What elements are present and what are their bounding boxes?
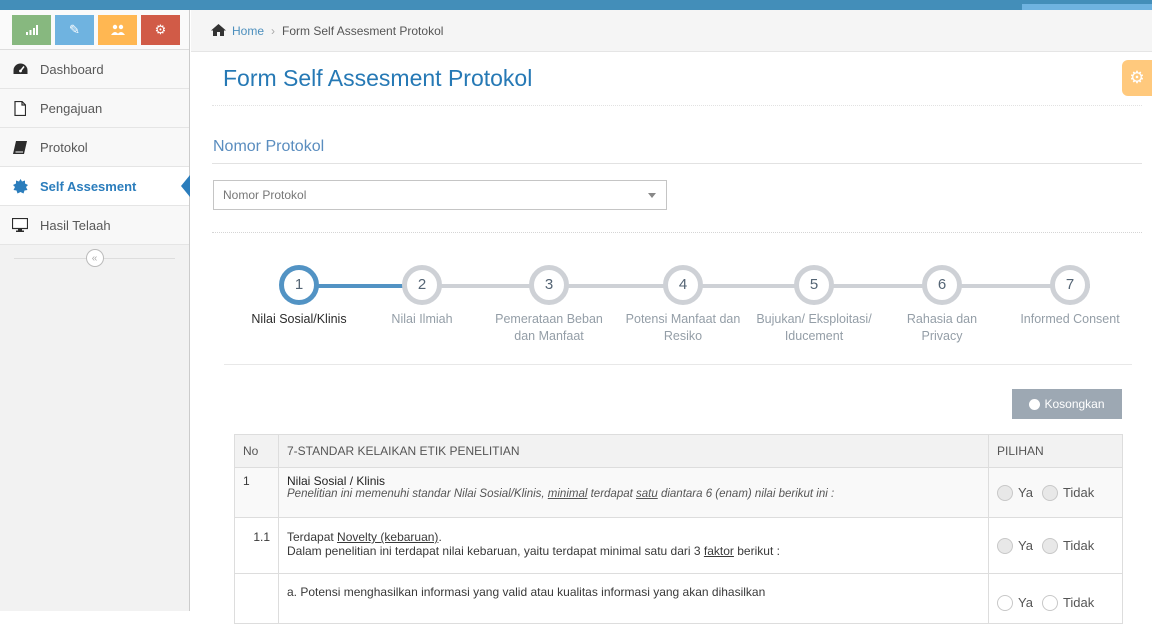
wizard-step-4[interactable]: 4 Potensi Manfaat dan Resiko <box>623 265 743 345</box>
row-description: Nilai Sosial / Klinis Penelitian ini mem… <box>278 467 989 518</box>
users-icon[interactable] <box>98 15 137 45</box>
radio-label: Tidak <box>1062 485 1095 500</box>
row-options: Ya Tidak <box>988 517 1123 574</box>
radio-label: Ya <box>1018 595 1033 610</box>
row-number <box>234 573 279 624</box>
radio-ya[interactable] <box>997 537 1013 554</box>
kosongkan-button[interactable]: Kosongkan <box>1012 389 1122 419</box>
divider <box>212 232 1142 233</box>
step-number: 1 <box>279 265 319 305</box>
step-label: Pemerataan Beban dan Manfaat <box>495 312 603 343</box>
row-title: Nilai Sosial / Klinis <box>287 474 386 488</box>
step-label: Bujukan/ Eksploitasi/ Iducement <box>756 312 872 343</box>
chevron-right-icon: › <box>271 23 276 38</box>
divider <box>212 163 1142 164</box>
row-description: Terdapat Novelty (kebaruan). Dalam penel… <box>278 517 989 574</box>
book-icon <box>12 139 28 155</box>
sidebar-collapse: « <box>0 245 189 271</box>
step-label: Nilai Ilmiah <box>391 312 453 326</box>
column-header-pilihan: PILIHAN <box>988 434 1123 468</box>
radio-label: Ya <box>1018 538 1033 553</box>
divider <box>224 364 1132 365</box>
step-label: Rahasia dan Privacy <box>906 312 978 343</box>
tachometer-icon <box>12 61 28 77</box>
double-angle-left-icon[interactable]: « <box>85 249 104 267</box>
breadcrumb-current: Form Self Assesment Protokol <box>282 23 444 38</box>
step-label: Potensi Manfaat dan Resiko <box>625 312 741 343</box>
row-subtitle: Penelitian ini memenuhi standar Nilai So… <box>287 488 835 500</box>
column-header-standar: 7-STANDAR KELAIKAN ETIK PENELITIAN <box>278 434 989 468</box>
radio-tidak[interactable] <box>1041 484 1058 501</box>
file-icon <box>12 100 28 116</box>
sidebar-shortcuts: ✎ ⚙ <box>0 10 189 50</box>
sidebar-item-hasil-telaah[interactable]: Hasil Telaah <box>0 206 189 245</box>
home-icon <box>211 23 226 39</box>
certificate-icon <box>12 178 28 194</box>
sidebar-item-label: Protokol <box>40 139 88 155</box>
sidebar-item-label: Hasil Telaah <box>40 217 111 233</box>
row-number: 1 <box>234 467 279 518</box>
step-number: 4 <box>663 265 703 305</box>
cogs-icon[interactable]: ⚙ <box>141 15 180 45</box>
row-options: Ya Tidak <box>988 467 1123 518</box>
wizard-step-6[interactable]: 6 Rahasia dan Privacy <box>892 265 992 345</box>
step-number: 5 <box>794 265 834 305</box>
radio-ya[interactable] <box>997 594 1013 611</box>
sidebar-item-label: Dashboard <box>40 61 104 77</box>
desktop-icon <box>12 217 28 233</box>
row-number: 1.1 <box>234 517 279 574</box>
table-row: 1 Nilai Sosial / Klinis Penelitian ini m… <box>234 467 1123 518</box>
wizard-step-7[interactable]: 7 Informed Consent <box>1008 265 1132 328</box>
caret-down-icon <box>648 193 656 198</box>
wizard-step-5[interactable]: 5 Bujukan/ Eksploitasi/ Iducement <box>749 265 879 345</box>
step-label: Informed Consent <box>1020 312 1120 326</box>
step-label: Nilai Sosial/Klinis <box>251 312 347 326</box>
standar-table: No 7-STANDAR KELAIKAN ETIK PENELITIAN PI… <box>234 434 1123 624</box>
gear-icon[interactable]: ⚙ <box>1122 60 1152 96</box>
column-header-no: No <box>234 434 279 468</box>
radio-label: Tidak <box>1062 595 1095 610</box>
wizard-step-2[interactable]: 2 Nilai Ilmiah <box>352 265 492 328</box>
radio-label: Tidak <box>1062 538 1095 553</box>
sidebar-item-label: Self Assesment <box>40 178 137 194</box>
table-row: a. Potensi menghasilkan informasi yang v… <box>234 573 1123 624</box>
divider <box>212 105 1142 106</box>
step-number: 6 <box>922 265 962 305</box>
sidebar-item-pengajuan[interactable]: Pengajuan <box>0 89 189 128</box>
step-number: 2 <box>402 265 442 305</box>
row-title: Terdapat Novelty (kebaruan). <box>287 530 442 544</box>
radio-tidak[interactable] <box>1041 537 1058 554</box>
radio-tidak[interactable] <box>1041 594 1058 611</box>
page-title: Form Self Assesment Protokol <box>223 65 533 91</box>
step-number: 3 <box>529 265 569 305</box>
sidebar-item-dashboard[interactable]: Dashboard <box>0 50 189 89</box>
select-placeholder: Nomor Protokol <box>223 188 307 202</box>
pencil-icon[interactable]: ✎ <box>55 15 94 45</box>
sidebar: ✎ ⚙ Dashboard Pengajuan Protokol Self As… <box>0 10 190 611</box>
kosongkan-label: Kosongkan <box>1044 397 1105 411</box>
nomor-protokol-select[interactable]: Nomor Protokol <box>213 180 667 210</box>
row-subtitle: Dalam penelitian ini terdapat nilai keba… <box>287 544 780 558</box>
circle-icon <box>1029 398 1041 410</box>
table-header-row: No 7-STANDAR KELAIKAN ETIK PENELITIAN PI… <box>234 434 1123 468</box>
sidebar-item-protokol[interactable]: Protokol <box>0 128 189 167</box>
signal-icon[interactable] <box>12 15 51 45</box>
sidebar-item-self-assesment[interactable]: Self Assesment <box>0 167 190 206</box>
breadcrumb: Home › Form Self Assesment Protokol <box>191 10 1152 52</box>
top-accent-bar <box>0 0 1152 10</box>
breadcrumb-home-link[interactable]: Home <box>232 24 264 38</box>
row-description: a. Potensi menghasilkan informasi yang v… <box>278 573 989 624</box>
radio-label: Ya <box>1018 485 1033 500</box>
wizard-step-1[interactable]: 1 Nilai Sosial/Klinis <box>229 265 369 328</box>
sidebar-item-label: Pengajuan <box>40 100 103 116</box>
row-options: Ya Tidak <box>988 573 1123 624</box>
section-label: Nomor Protokol <box>213 138 325 155</box>
wizard-steps: 1 Nilai Sosial/Klinis 2 Nilai Ilmiah 3 P… <box>224 265 1132 355</box>
radio-ya[interactable] <box>997 484 1013 501</box>
step-number: 7 <box>1050 265 1090 305</box>
table-row: 1.1 Terdapat Novelty (kebaruan). Dalam p… <box>234 517 1123 574</box>
wizard-step-3[interactable]: 3 Pemerataan Beban dan Manfaat <box>489 265 609 345</box>
